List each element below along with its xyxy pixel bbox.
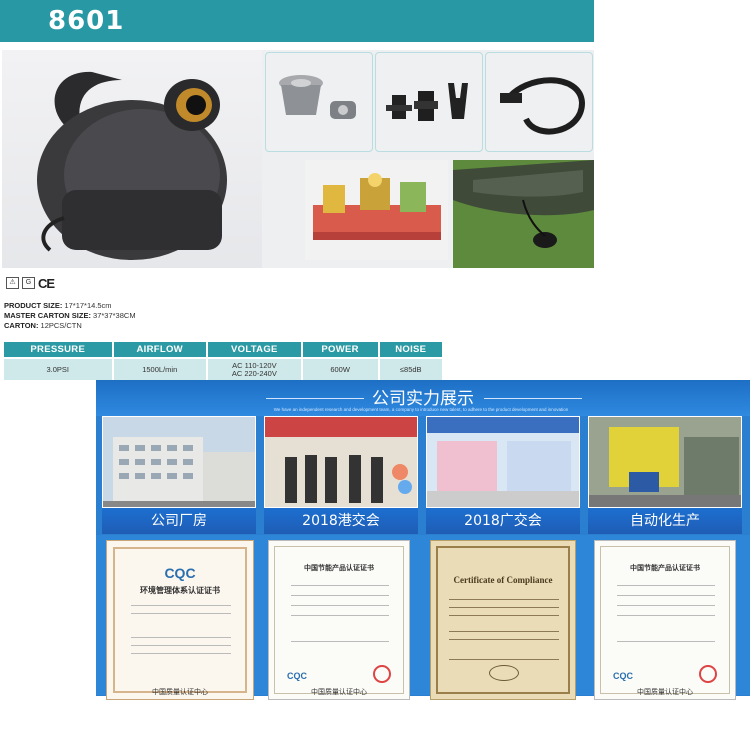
cert-line xyxy=(449,631,559,632)
cert-line xyxy=(291,641,389,642)
factory-photo[interactable] xyxy=(102,416,256,508)
cert-line xyxy=(131,637,231,638)
header-noise: NOISE xyxy=(378,342,444,358)
header-bar: 8601 xyxy=(0,0,594,42)
label-factory: 公司厂房 xyxy=(102,508,256,534)
label-canton-fair: 2018广交会 xyxy=(426,508,580,534)
header-power: POWER xyxy=(301,342,380,358)
cert1-footer: 中国质量认证中心 xyxy=(152,689,208,696)
boat-inflation-photo[interactable] xyxy=(453,160,594,268)
cert-line xyxy=(449,607,559,608)
cert-line xyxy=(449,599,559,600)
section-subtitle: We have an independent research and deve… xyxy=(273,407,569,412)
cert1-logo: CQC xyxy=(164,565,196,581)
cert-line xyxy=(291,585,389,586)
main-product-photo[interactable] xyxy=(2,50,262,268)
spec-master-carton: MASTER CARTON SIZE: 37*37*38CM xyxy=(4,311,136,320)
spec-product-size: PRODUCT SIZE: 17*17*14.5cm xyxy=(4,301,112,310)
ce-mark-icon: CE xyxy=(38,275,55,291)
signature-seal-icon xyxy=(489,665,519,681)
nozzles-image xyxy=(386,83,468,121)
spec-table-row: 3.0PSI 1500L/min AC 110-120V AC 220-240V … xyxy=(4,357,444,380)
cert-line xyxy=(617,595,715,596)
label-hk-fair: 2018港交会 xyxy=(264,508,418,534)
valve-thumbnail[interactable] xyxy=(265,52,373,152)
value-power: 600W xyxy=(301,357,380,380)
section-title: 公司实力展示 xyxy=(372,389,474,409)
spec-carton: CARTON: 12PCS/CTN xyxy=(4,321,82,330)
hk-fair-photo[interactable] xyxy=(264,416,418,508)
header-voltage: VOLTAGE xyxy=(206,342,303,358)
cert-line xyxy=(617,641,715,642)
cert-line xyxy=(449,639,559,640)
bouncy-castle-photo[interactable] xyxy=(305,160,448,260)
header-airflow: AIRFLOW xyxy=(112,342,208,358)
label-automation: 自动化生产 xyxy=(588,508,742,534)
cert-line xyxy=(131,653,231,654)
cert-line xyxy=(291,595,389,596)
cert3-title: Certificate of Compliance xyxy=(453,575,553,585)
product-gallery xyxy=(2,50,594,268)
header-pressure: PRESSURE xyxy=(4,342,114,358)
cert-line xyxy=(131,605,231,606)
spec-table: PRESSURE AIRFLOW VOLTAGE POWER NOISE 3.0… xyxy=(4,342,444,380)
certificate-energy-saving-2[interactable]: 中国节能产品认证证书 CQC 中国质量认证中心 xyxy=(594,540,736,700)
cert-line xyxy=(449,659,559,660)
value-noise: ≤85dB xyxy=(378,357,444,380)
cert-line xyxy=(449,615,559,616)
hk-fair-image xyxy=(265,417,417,507)
automation-image xyxy=(589,417,741,507)
automation-photo[interactable] xyxy=(588,416,742,508)
certificate-environmental[interactable]: CQC 环境管理体系认证证书 中国质量认证中心 xyxy=(106,540,254,700)
air-pump-image xyxy=(37,71,227,260)
cert-line xyxy=(617,585,715,586)
value-voltage: AC 110-120V AC 220-240V xyxy=(206,357,303,380)
cert-line xyxy=(617,615,715,616)
model-number: 8601 xyxy=(48,6,125,36)
spec-table-header: PRESSURE AIRFLOW VOLTAGE POWER NOISE xyxy=(4,342,444,358)
gs-mark-icon: G xyxy=(22,277,35,289)
nozzles-thumbnail[interactable] xyxy=(375,52,483,152)
bouncy-castle-image xyxy=(313,173,441,240)
boat-image xyxy=(453,160,594,268)
product-specs: PRODUCT SIZE: 17*17*14.5cm MASTER CARTON… xyxy=(4,301,136,331)
warning-mark-icon: ⚠ xyxy=(6,277,19,289)
certificate-compliance[interactable]: Certificate of Compliance xyxy=(430,540,576,700)
hose-image xyxy=(500,77,586,135)
certificate-energy-saving-1[interactable]: 中国节能产品认证证书 CQC 中国质量认证中心 xyxy=(268,540,410,700)
cert-line xyxy=(131,613,231,614)
cert4-footer: 中国质量认证中心 xyxy=(637,689,693,696)
canton-fair-image xyxy=(427,417,579,507)
red-seal-icon xyxy=(373,665,391,683)
canton-fair-photo[interactable] xyxy=(426,416,580,508)
cert2-footer: 中国质量认证中心 xyxy=(311,689,367,696)
page: 8601 ⚠ G CE PRODUCT SIZE: 17*17*14.5cm M… xyxy=(0,0,750,750)
value-pressure: 3.0PSI xyxy=(4,357,114,380)
cert4-title: 中国节能产品认证证书 xyxy=(630,565,700,572)
cert-line xyxy=(291,605,389,606)
value-airflow: 1500L/min xyxy=(112,357,208,380)
cert2-title: 中国节能产品认证证书 xyxy=(304,565,374,572)
cert-line xyxy=(291,615,389,616)
red-seal-icon xyxy=(699,665,717,683)
cert1-title: 环境管理体系认证证书 xyxy=(140,586,220,595)
cert-line xyxy=(131,645,231,646)
factory-image xyxy=(103,417,255,507)
valve-image xyxy=(279,75,356,119)
hose-thumbnail[interactable] xyxy=(485,52,593,152)
certification-marks: ⚠ G CE xyxy=(6,275,55,291)
cert-line xyxy=(617,605,715,606)
